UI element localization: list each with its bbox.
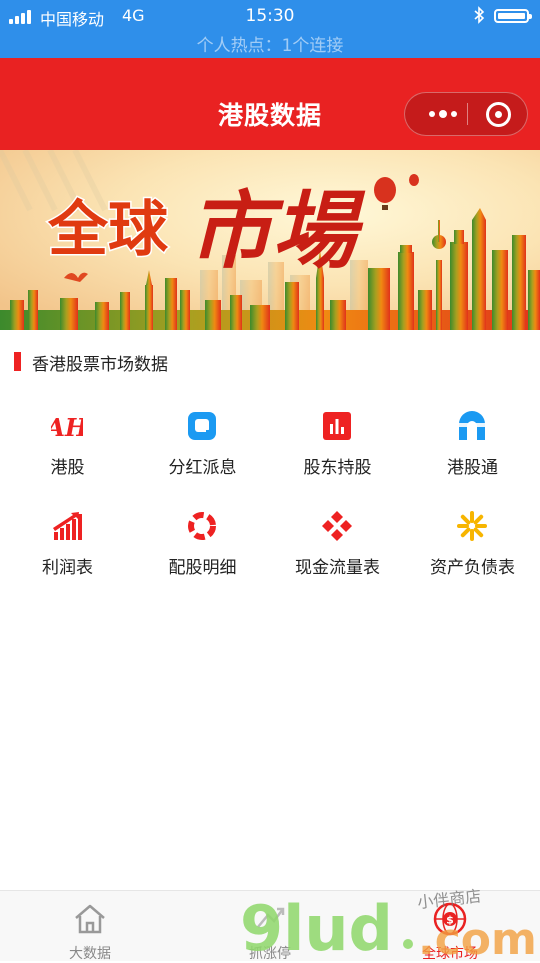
hotspot-notice[interactable]: 个人热点：1个连接 xyxy=(0,31,540,56)
target-close-icon[interactable] xyxy=(486,102,511,127)
more-dots-icon[interactable] xyxy=(419,93,467,135)
capsule-divider xyxy=(467,103,468,125)
rising-bars-icon xyxy=(53,512,82,540)
tab-global-market[interactable]: $ 全球市场 xyxy=(360,891,540,962)
ring-segments-icon xyxy=(188,512,216,540)
grid-item-cash-flow[interactable]: 现金流量表 xyxy=(270,495,405,585)
bluetooth-icon xyxy=(473,6,485,28)
grid-item-label: 港股通 xyxy=(447,458,498,478)
tab-label: 抓涨停 xyxy=(249,946,291,962)
tab-bar: 大数据 抓涨停 $ 全球市场 xyxy=(0,890,540,962)
svg-text:$: $ xyxy=(446,914,454,927)
arch-bridge-icon xyxy=(459,411,485,440)
rising-icon xyxy=(257,907,285,928)
grid-item-label: 利润表 xyxy=(42,558,93,578)
grid-item-balance-sheet[interactable]: 资产负债表 xyxy=(405,495,540,585)
svg-text:AH: AH xyxy=(51,413,83,442)
grid-item-shareholders[interactable]: 股东持股 xyxy=(270,395,405,485)
svg-text:全球: 全球 xyxy=(47,195,169,265)
svg-text:市場: 市場 xyxy=(188,181,366,280)
title-bar: 港股数据 xyxy=(0,58,540,150)
grid-item-hk-stocks[interactable]: AH 港股 xyxy=(0,395,135,485)
home-icon xyxy=(75,904,105,934)
tab-label: 全球市场 xyxy=(422,946,478,962)
section-title: 香港股票市场数据 xyxy=(32,355,168,375)
tab-label: 大数据 xyxy=(69,946,111,962)
mini-program-capsule xyxy=(404,92,528,136)
globe-dollar-icon: $ xyxy=(433,902,467,936)
sunburst-icon xyxy=(457,511,487,541)
status-bar: 中国移动 4G 15:30 个人热点：1个连接 xyxy=(0,0,540,58)
ah-shares-icon: AH xyxy=(51,413,83,442)
tab-big-data[interactable]: 大数据 xyxy=(0,891,180,962)
grid-item-dividends[interactable]: 分红派息 xyxy=(135,395,270,485)
grid-item-stock-connect[interactable]: 港股通 xyxy=(405,395,540,485)
grid-item-rights-issue[interactable]: 配股明细 xyxy=(135,495,270,585)
grid-item-label: 配股明细 xyxy=(168,558,237,578)
grid-item-income-statement[interactable]: 利润表 xyxy=(0,495,135,585)
battery-icon xyxy=(494,9,532,23)
grid-item-label: 股东持股 xyxy=(303,458,372,478)
rounded-square-icon xyxy=(188,412,216,440)
section-accent-bar xyxy=(14,352,21,371)
diamond-cluster-icon xyxy=(322,511,352,541)
global-market-banner[interactable]: 全球 市場 xyxy=(0,150,540,330)
grid-item-label: 资产负债表 xyxy=(430,558,515,578)
grid-item-label: 港股 xyxy=(50,458,85,478)
status-time: 15:30 xyxy=(245,6,295,26)
grid-item-label: 现金流量表 xyxy=(295,558,380,578)
tab-limit-up[interactable]: 抓涨停 xyxy=(180,891,360,962)
bar-chart-icon xyxy=(323,412,351,440)
grid-item-label: 分红派息 xyxy=(168,458,237,478)
